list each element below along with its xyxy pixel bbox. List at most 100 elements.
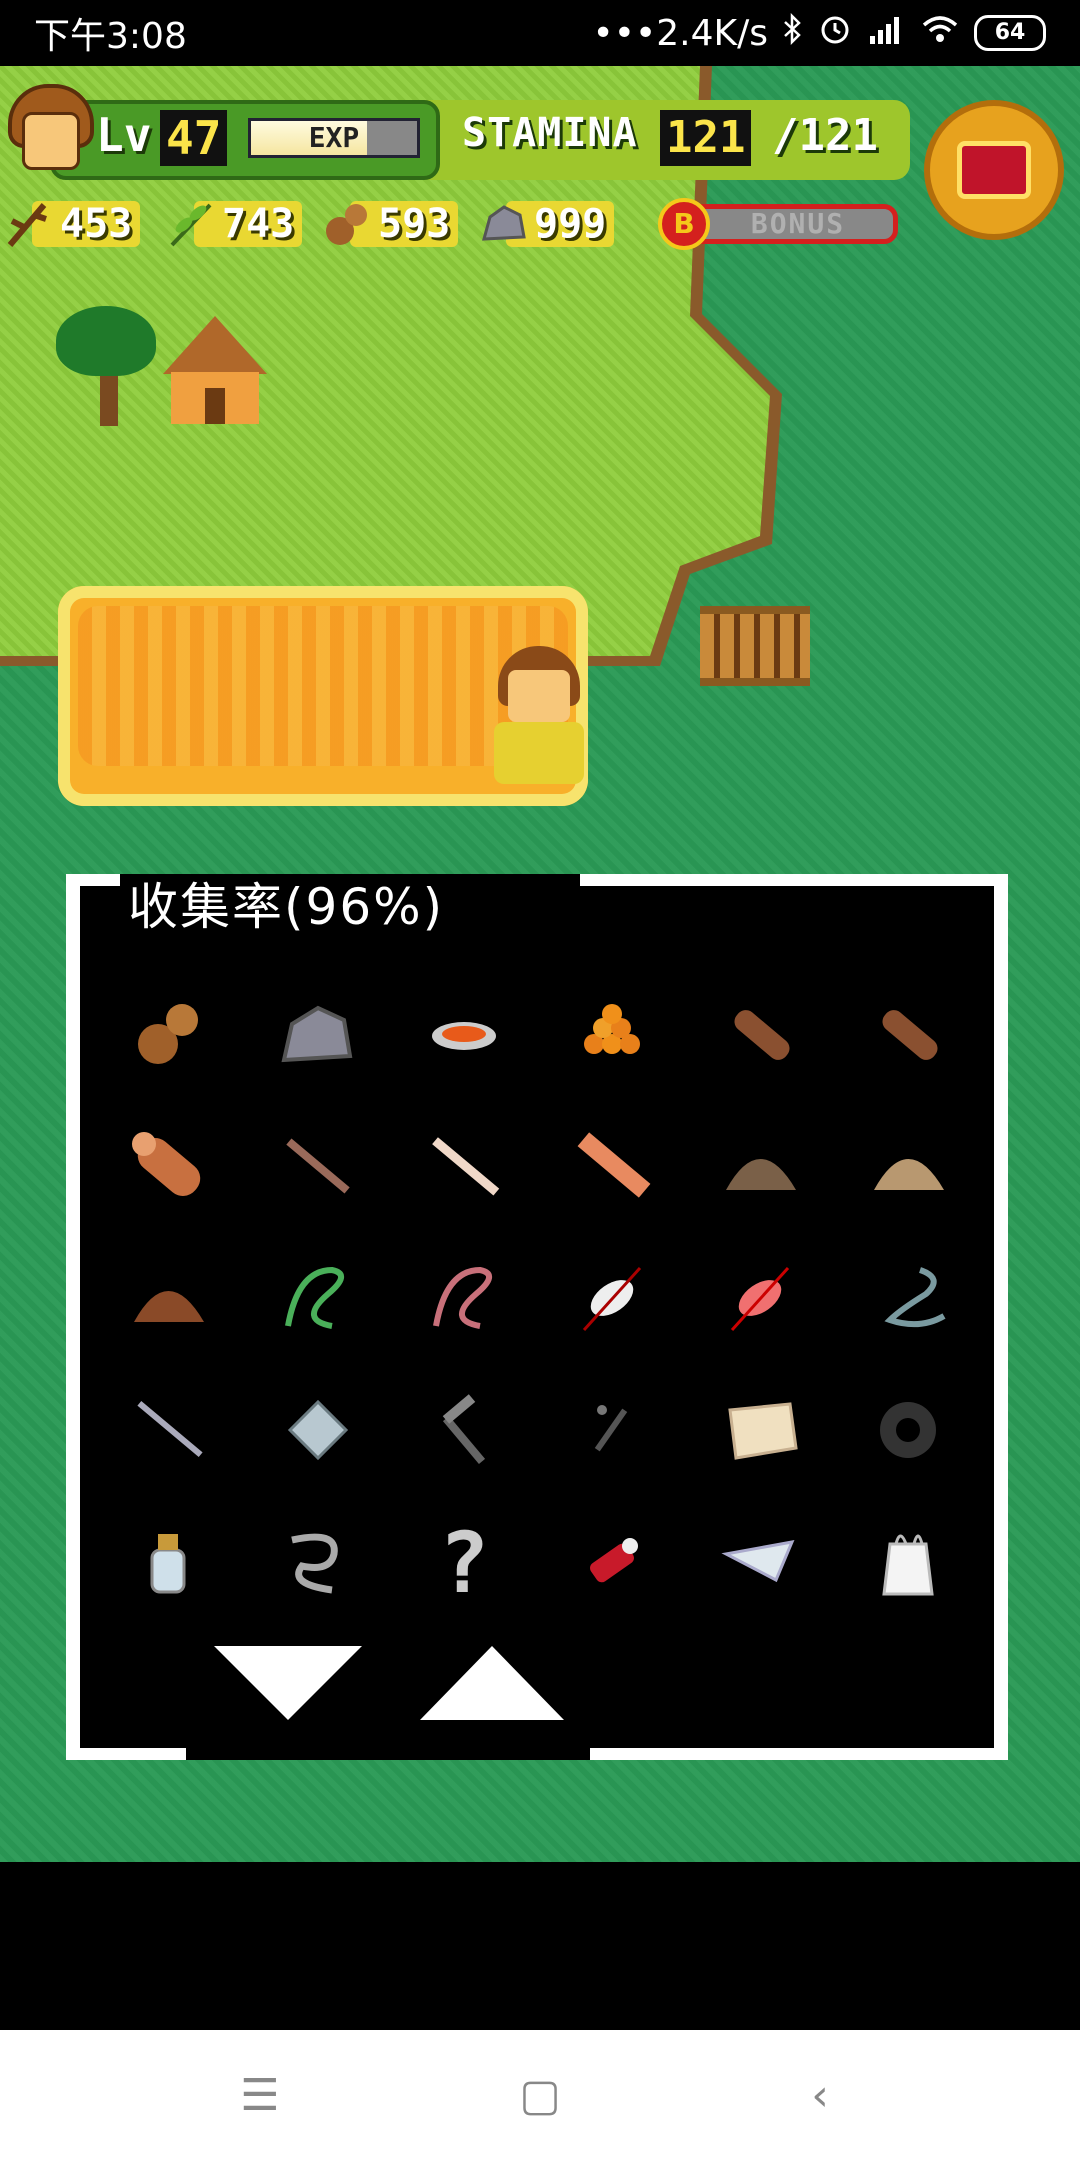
nail-icon [564,1382,660,1482]
treasure-chest-icon [957,141,1031,199]
treasure-chest-button[interactable] [924,100,1064,240]
thin-stick-icon [268,1118,364,1218]
player-avatar[interactable] [8,84,94,184]
collection-item[interactable] [834,1102,982,1234]
green-rope-icon [268,1250,364,1350]
bonus-meter[interactable]: B BONUS [658,196,908,252]
collection-item[interactable] [242,1234,390,1366]
plank-icon [564,1118,660,1218]
palm-tree-icon[interactable] [56,306,156,376]
page-up-arrow-icon[interactable] [420,1646,564,1720]
status-time: 下午3:08 [34,16,187,57]
collection-item[interactable] [94,970,242,1102]
iron-rod-icon [120,1382,216,1482]
collection-item[interactable] [242,1102,390,1234]
page-down-arrow-icon[interactable] [214,1646,362,1720]
leaf-icon [166,199,216,249]
hut-icon[interactable] [163,316,268,426]
bonus-bar: BONUS [698,204,898,244]
red-yarn-icon [712,1250,808,1350]
player-character[interactable] [484,646,594,786]
collection-item[interactable] [834,970,982,1102]
battery-indicator: 64 [974,15,1046,51]
avatar-face [22,112,80,170]
player-face [508,670,570,722]
collection-item[interactable] [538,1498,686,1630]
collection-item[interactable] [94,1102,242,1234]
collection-rate-title: 收集率(96%) [128,878,445,936]
question-mark-icon: ? [416,1514,512,1614]
chain-icon [268,1514,364,1614]
coconuts-icon [120,986,216,1086]
collection-item[interactable] [538,970,686,1102]
red-cylinder-icon [564,1514,660,1614]
collection-item[interactable] [538,1234,686,1366]
collection-item[interactable] [834,1366,982,1498]
home-icon[interactable]: ▢ [510,2065,570,2125]
clay-pile-icon [120,1250,216,1350]
cloth-scrap-icon [712,1382,808,1482]
sand-pile-icon [860,1118,956,1218]
collection-item[interactable] [94,1498,242,1630]
birch-stick-icon [416,1118,512,1218]
collection-item[interactable] [538,1102,686,1234]
resource-branch: 453 [4,196,141,252]
dirt-pile-icon [712,1118,808,1218]
stone-icon [268,986,364,1086]
system-nav-bar: ☰ ▢ ‹ [0,2030,1080,2160]
collection-item[interactable] [390,1234,538,1366]
tire-icon [860,1382,956,1482]
exp-label: EXP [308,121,360,154]
collection-item[interactable] [390,1366,538,1498]
white-yarn-icon [564,1250,660,1350]
resource-leaf: 743 [166,196,303,252]
collection-item[interactable] [834,1234,982,1366]
resource-stone: 999 [478,196,615,252]
collection-item[interactable] [390,1102,538,1234]
menu-icon[interactable]: ☰ [230,2065,290,2125]
collection-item[interactable] [686,1366,834,1498]
collection-item[interactable] [686,1102,834,1234]
plastic-bag-icon [860,1514,956,1614]
game-screen: 下午3:08 •••2.4K/s 64 Lv 47 EXP STAMINA 12… [0,0,1080,2160]
orange-berries-icon [564,986,660,1086]
branch-icon [4,199,54,249]
wooden-fence-icon[interactable] [700,606,810,686]
network-speed: •••2.4K/s [592,12,768,54]
wifi-icon [920,13,960,54]
pink-rope-icon [416,1250,512,1350]
status-right-cluster: •••2.4K/s 64 [593,12,1046,55]
stone-icon [478,199,528,249]
svg-text:?: ? [439,1514,490,1610]
wire-coil-icon [860,1250,956,1350]
coconut-icon [322,199,372,249]
stamina-max: /121 [772,110,878,161]
log-icon [860,986,956,1086]
bluetooth-icon [782,12,804,54]
collection-item[interactable] [242,970,390,1102]
letterbox-bar [0,1862,1080,2030]
bonus-badge-icon: B [658,198,710,250]
log-icon [712,986,808,1086]
hammer-icon [416,1382,512,1482]
stamina-label: STAMINA [462,110,638,156]
hut-door [205,388,225,424]
collection-item[interactable] [242,1498,390,1630]
collection-item[interactable] [390,970,538,1102]
collection-item[interactable] [538,1366,686,1498]
collection-item[interactable] [242,1366,390,1498]
panel-bottom-tab [186,1748,590,1760]
collection-item[interactable] [94,1234,242,1366]
back-icon[interactable]: ‹ [790,2065,850,2125]
collection-item[interactable] [686,970,834,1102]
collection-item[interactable] [94,1366,242,1498]
collection-item[interactable] [686,1234,834,1366]
collection-item[interactable]: ? [390,1498,538,1630]
collection-item[interactable] [834,1498,982,1630]
collection-item-grid: ? [94,970,982,1630]
exp-bar: EXP [248,118,420,158]
level-label: Lv [96,108,152,162]
plastic-sheet-icon [712,1514,808,1614]
player-body [494,722,584,784]
collection-item[interactable] [686,1498,834,1630]
